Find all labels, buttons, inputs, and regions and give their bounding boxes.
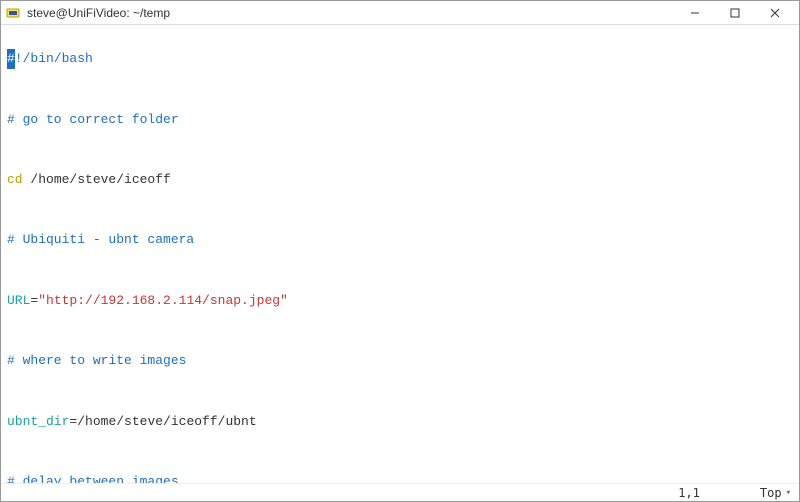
editor-viewport[interactable]: #!/bin/bash # go to correct folder cd /h… — [1, 25, 799, 483]
close-button[interactable] — [755, 1, 795, 25]
code-line: # delay between images — [7, 472, 793, 483]
code-line: # go to correct folder — [7, 110, 793, 130]
putty-icon — [5, 5, 21, 21]
cursor-position: 1,1 — [678, 486, 700, 500]
code-line: cd /home/steve/iceoff — [7, 170, 793, 190]
window-titlebar: steve@UniFiVideo: ~/temp — [1, 1, 799, 25]
minimize-button[interactable] — [675, 1, 715, 25]
chevron-down-icon: ▾ — [786, 488, 791, 498]
code-line: ubnt_dir=/home/steve/iceoff/ubnt — [7, 412, 793, 432]
scroll-indicator: Top — [760, 486, 782, 500]
window-controls — [675, 1, 795, 25]
code-line: # where to write images — [7, 351, 793, 371]
code-line: # Ubiquiti - ubnt camera — [7, 230, 793, 250]
code-line: #!/bin/bash — [7, 49, 793, 69]
cursor: # — [7, 49, 15, 69]
maximize-button[interactable] — [715, 1, 755, 25]
window-title: steve@UniFiVideo: ~/temp — [27, 6, 675, 20]
code-line: URL="http://192.168.2.114/snap.jpeg" — [7, 291, 793, 311]
vim-statusbar: 1,1 Top ▾ — [1, 483, 799, 501]
